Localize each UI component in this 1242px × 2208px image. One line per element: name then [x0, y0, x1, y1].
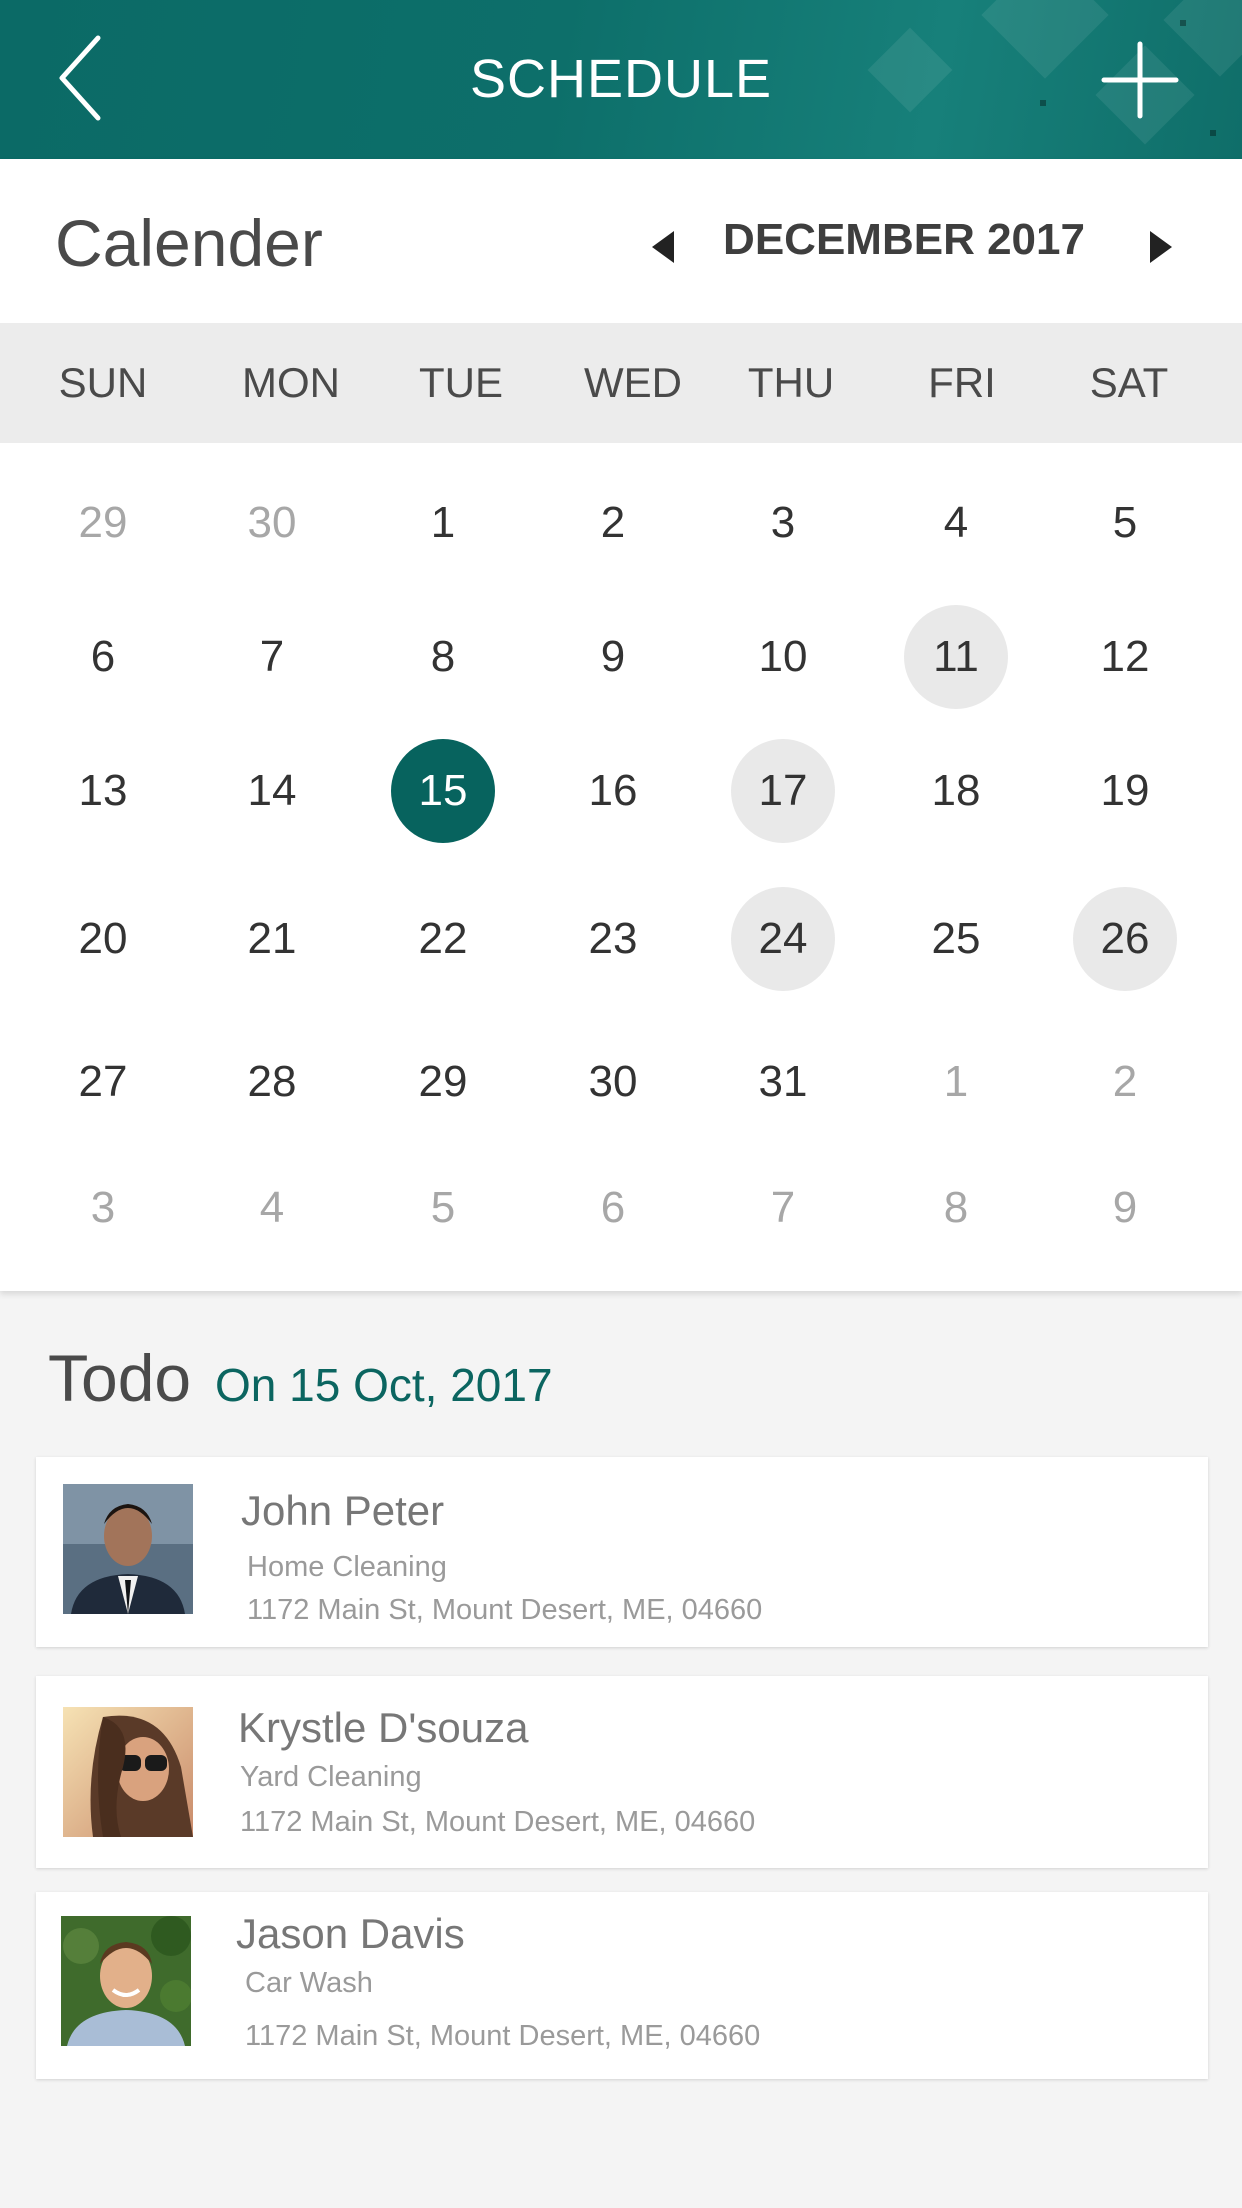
calendar-day[interactable]: 22 — [391, 887, 495, 991]
add-button[interactable] — [1100, 40, 1180, 120]
calendar-day-outside-month[interactable]: 1 — [904, 1030, 1008, 1134]
calendar-day-outside-month[interactable]: 9 — [1073, 1156, 1177, 1260]
calendar-day-outside-month[interactable]: 7 — [731, 1156, 835, 1260]
calendar-day[interactable]: 25 — [904, 887, 1008, 991]
todo-service: Yard Cleaning — [240, 1761, 422, 1793]
todo-date: On 15 Oct, 2017 — [215, 1359, 553, 1411]
weekday-label: SUN — [58, 359, 148, 406]
calendar-day[interactable]: 23 — [561, 887, 665, 991]
calendar-day[interactable]: 9 — [561, 605, 665, 709]
calendar-day[interactable]: 12 — [1073, 605, 1177, 709]
calendar-day-outside-month[interactable]: 4 — [220, 1156, 324, 1260]
avatar-photo — [63, 1707, 193, 1837]
calendar-day[interactable]: 14 — [220, 739, 324, 843]
avatar — [61, 1916, 191, 2046]
calendar-day[interactable]: 4 — [904, 471, 1008, 575]
header-pattern — [1210, 130, 1216, 136]
todo-title: Todo — [48, 1341, 192, 1415]
app-header: SCHEDULE — [0, 0, 1242, 159]
calendar-day[interactable]: 27 — [51, 1030, 155, 1134]
avatar — [63, 1707, 193, 1837]
previous-month-button[interactable] — [648, 229, 678, 265]
todo-service: Home Cleaning — [247, 1551, 447, 1583]
calendar-day-outside-month[interactable]: 8 — [904, 1156, 1008, 1260]
calendar-day[interactable]: 26 — [1073, 887, 1177, 991]
weekday-label: MON — [242, 359, 340, 406]
calendar-day[interactable]: 13 — [51, 739, 155, 843]
todo-service: Car Wash — [245, 1967, 373, 1999]
todo-item[interactable]: John Peter Home Cleaning 1172 Main St, M… — [36, 1457, 1208, 1647]
next-month-button[interactable] — [1146, 229, 1176, 265]
todo-name: Krystle D'souza — [238, 1704, 529, 1751]
calendar-day[interactable]: 5 — [1073, 471, 1177, 575]
calendar-day[interactable]: 16 — [561, 739, 665, 843]
todo-address: 1172 Main St, Mount Desert, ME, 04660 — [245, 2020, 761, 2052]
calendar-day[interactable]: 19 — [1073, 739, 1177, 843]
calendar-day[interactable]: 2 — [561, 471, 665, 575]
caret-left-icon — [652, 231, 674, 263]
calendar-day-outside-month[interactable]: 3 — [51, 1156, 155, 1260]
calendar-day[interactable]: 1 — [391, 471, 495, 575]
calendar-day[interactable]: 18 — [904, 739, 1008, 843]
weekday-label: THU — [747, 359, 835, 406]
calendar-day[interactable]: 24 — [731, 887, 835, 991]
calendar-day[interactable]: 30 — [561, 1030, 665, 1134]
todo-name: Jason Davis — [236, 1910, 465, 1957]
weekday-label: WED — [584, 359, 682, 406]
avatar-photo — [63, 1484, 193, 1614]
calendar: Calender DECEMBER 2017 SUN MON TUE WED T… — [0, 159, 1242, 1291]
calendar-day-outside-month[interactable]: 5 — [391, 1156, 495, 1260]
calendar-day-outside-month[interactable]: 30 — [220, 471, 324, 575]
calendar-day-outside-month[interactable]: 2 — [1073, 1030, 1177, 1134]
todo-address: 1172 Main St, Mount Desert, ME, 04660 — [240, 1806, 756, 1838]
todo-name: John Peter — [241, 1487, 445, 1534]
calendar-day-outside-month[interactable]: 6 — [561, 1156, 665, 1260]
calendar-day[interactable]: 10 — [731, 605, 835, 709]
weekday-label: SAT — [1089, 359, 1169, 406]
page-title: SCHEDULE — [469, 49, 773, 109]
calendar-day[interactable]: 8 — [391, 605, 495, 709]
calendar-day[interactable]: 17 — [731, 739, 835, 843]
avatar — [63, 1484, 193, 1614]
calendar-day[interactable]: 28 — [220, 1030, 324, 1134]
weekday-label: TUE — [419, 359, 503, 406]
month-label: DECEMBER 2017 — [723, 215, 1085, 264]
caret-right-icon — [1150, 231, 1172, 263]
calendar-day[interactable]: 15 — [391, 739, 495, 843]
calendar-day[interactable]: 31 — [731, 1030, 835, 1134]
calendar-day[interactable]: 20 — [51, 887, 155, 991]
header-pattern — [1180, 20, 1186, 26]
todo-item[interactable]: Krystle D'souza Yard Cleaning 1172 Main … — [36, 1676, 1208, 1868]
calendar-title: Calender — [55, 206, 323, 280]
calendar-day[interactable]: 7 — [220, 605, 324, 709]
calendar-day[interactable]: 6 — [51, 605, 155, 709]
calendar-day-outside-month[interactable]: 29 — [51, 471, 155, 575]
plus-icon — [1101, 41, 1179, 119]
avatar-photo — [61, 1916, 191, 2046]
calendar-day[interactable]: 3 — [731, 471, 835, 575]
calendar-day[interactable]: 11 — [904, 605, 1008, 709]
todo-item[interactable]: Jason Davis Car Wash 1172 Main St, Mount… — [36, 1892, 1208, 2079]
weekday-header: SUN MON TUE WED THU FRI SAT — [0, 323, 1242, 443]
weekday-label: FRI — [928, 359, 996, 406]
calendar-day[interactable]: 21 — [220, 887, 324, 991]
todo-address: 1172 Main St, Mount Desert, ME, 04660 — [247, 1594, 763, 1626]
calendar-day[interactable]: 29 — [391, 1030, 495, 1134]
